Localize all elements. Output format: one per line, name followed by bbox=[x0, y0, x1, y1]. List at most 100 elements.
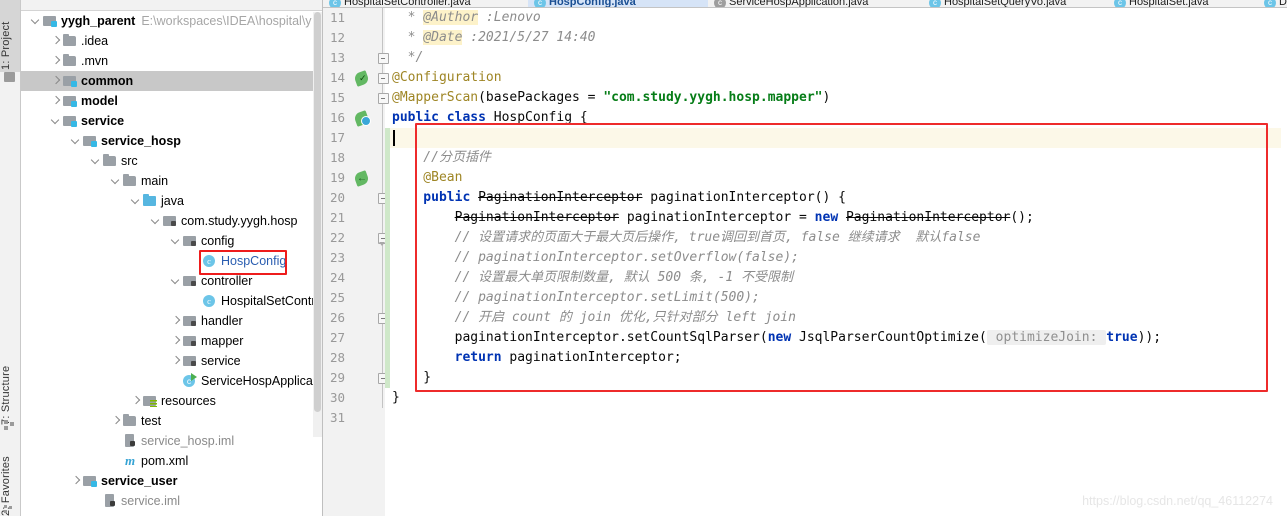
bean-blue-icon[interactable] bbox=[353, 110, 371, 127]
code-line[interactable]: @Bean bbox=[385, 168, 1287, 188]
spring-boot-class-icon: c bbox=[182, 371, 198, 391]
code-line[interactable]: // paginationInterceptor.setLimit(500); bbox=[385, 288, 1287, 308]
chevron-down-icon[interactable] bbox=[91, 151, 102, 171]
code-content[interactable]: * @Author :Lenovo * @Date :2021/5/27 14:… bbox=[385, 8, 1287, 516]
code-token: public class bbox=[392, 110, 494, 125]
editor-vertical-scrollbar[interactable] bbox=[1281, 8, 1287, 516]
tree-item-service-hosp-iml[interactable]: service_hosp.iml bbox=[21, 431, 322, 451]
code-line[interactable]: * @Author :Lenovo bbox=[385, 8, 1287, 28]
chevron-right-icon[interactable] bbox=[131, 391, 142, 411]
line-number: 11 bbox=[329, 10, 345, 25]
code-line[interactable]: // 设置最大单页限制数量, 默认 500 条, -1 不受限制 bbox=[385, 268, 1287, 288]
code-line[interactable]: */ bbox=[385, 48, 1287, 68]
tree-item-com-study-yygh-hosp[interactable]: com.study.yygh.hosp bbox=[21, 211, 322, 231]
code-line[interactable]: paginationInterceptor.setCountSqlParser(… bbox=[385, 328, 1287, 348]
code-token: ) bbox=[822, 90, 831, 105]
module-folder-icon bbox=[62, 111, 78, 131]
chevron-down-icon[interactable] bbox=[71, 131, 82, 151]
tree-item-java[interactable]: java bbox=[21, 191, 322, 211]
tree-item-service[interactable]: service bbox=[21, 351, 322, 371]
project-tool-window[interactable]: yygh_parent E:\workspaces\IDEA\hospital\y… bbox=[21, 0, 323, 516]
editor-tab-servicehospapplication[interactable]: c ServiceHospApplication.java bbox=[708, 0, 923, 7]
tree-item-common[interactable]: common bbox=[21, 71, 322, 91]
code-line[interactable] bbox=[385, 128, 1287, 148]
bean-leaf-check-icon[interactable]: ✓ bbox=[353, 70, 370, 87]
code-line[interactable]: @MapperScan(basePackages = "com.study.yy… bbox=[385, 88, 1287, 108]
tool-window-button-project[interactable]: 1: Project bbox=[0, 0, 20, 72]
line-number: 30 bbox=[329, 390, 345, 405]
tree-item-service[interactable]: service bbox=[21, 111, 322, 131]
editor-tab-hospconfig[interactable]: c HospConfig.java bbox=[528, 0, 708, 7]
code-line[interactable]: @Configuration bbox=[385, 68, 1287, 88]
code-line[interactable] bbox=[385, 408, 1287, 428]
chevron-right-icon[interactable] bbox=[51, 71, 62, 91]
tree-item-main[interactable]: main bbox=[21, 171, 322, 191]
code-line[interactable]: // paginationInterceptor.setOverflow(fal… bbox=[385, 248, 1287, 268]
code-line[interactable]: public PaginationInterceptor paginationI… bbox=[385, 188, 1287, 208]
chevron-right-icon[interactable] bbox=[171, 311, 182, 331]
code-line[interactable]: public class HospConfig { bbox=[385, 108, 1287, 128]
tree-item-service-user[interactable]: service_user bbox=[21, 471, 322, 491]
tree-item-pom-xml[interactable]: m pom.xml bbox=[21, 451, 322, 471]
editor-tab-hospitalset[interactable]: c HospitalSet.java bbox=[1108, 0, 1258, 7]
chevron-down-icon[interactable] bbox=[151, 211, 162, 231]
chevron-down-icon[interactable] bbox=[171, 231, 182, 251]
chevron-right-icon[interactable] bbox=[171, 351, 182, 371]
tree-item-test[interactable]: test bbox=[21, 411, 322, 431]
editor-tab-hospitalsetqueryvo[interactable]: c HospitalSetQueryVo.java bbox=[923, 0, 1108, 7]
chevron-down-icon[interactable] bbox=[51, 111, 62, 131]
module-folder-icon bbox=[82, 131, 98, 151]
tree-item-mvn[interactable]: .mvn bbox=[21, 51, 322, 71]
editor-tab-hospitalsetcontroller[interactable]: c HospitalSetController.java bbox=[323, 0, 528, 7]
tree-item-handler[interactable]: handler bbox=[21, 311, 322, 331]
code-area[interactable]: 11 12 13 14 ✓ 15 16 17 18 19 ← 20 21 22 23 24 25 26 27 28 29… bbox=[323, 8, 1287, 516]
chevron-right-icon[interactable] bbox=[171, 331, 182, 351]
editor-area[interactable]: c HospitalSetController.java c HospConfig.j… bbox=[323, 0, 1287, 516]
tree-item-hospconfig[interactable]: c HospConfig bbox=[21, 251, 322, 271]
code-line[interactable]: * @Date :2021/5/27 14:40 bbox=[385, 28, 1287, 48]
code-token: @Configuration bbox=[392, 70, 502, 85]
code-line[interactable]: //分页插件 bbox=[385, 148, 1287, 168]
code-line[interactable]: return paginationInterceptor; bbox=[385, 348, 1287, 368]
code-line[interactable]: } bbox=[385, 388, 1287, 408]
tree-item-servicehospapplicat[interactable]: c ServiceHospApplicat bbox=[21, 371, 322, 391]
code-line[interactable]: } bbox=[385, 368, 1287, 388]
editor-gutter[interactable]: 11 12 13 14 ✓ 15 16 17 18 19 ← 20 21 22 23 24 25 26 27 28 29… bbox=[323, 8, 389, 516]
bean-arrow-icon[interactable]: ← bbox=[353, 170, 370, 187]
chevron-down-icon[interactable] bbox=[131, 191, 142, 211]
tree-item-src[interactable]: src bbox=[21, 151, 322, 171]
code-line[interactable]: // 设置请求的页面大于最大页后操作, true调回到首页, false 继续请… bbox=[385, 228, 1287, 248]
chevron-right-icon[interactable] bbox=[51, 31, 62, 51]
tree-item-yygh-parent[interactable]: yygh_parent E:\workspaces\IDEA\hospital\y bbox=[21, 11, 322, 31]
chevron-right-icon[interactable] bbox=[51, 91, 62, 111]
editor-tab-datasou[interactable]: cDataSou bbox=[1258, 0, 1287, 7]
code-token: @Author bbox=[423, 10, 479, 25]
line-number: 29 bbox=[329, 370, 345, 385]
tree-item-hospitalsetcontr[interactable]: c HospitalSetContr bbox=[21, 291, 322, 311]
tree-item-idea[interactable]: .idea bbox=[21, 31, 322, 51]
tree-item-mapper[interactable]: mapper bbox=[21, 331, 322, 351]
chevron-down-icon[interactable] bbox=[111, 171, 122, 191]
tool-window-button-structure[interactable]: 7: Structure bbox=[0, 330, 20, 425]
chevron-right-icon[interactable] bbox=[71, 471, 82, 491]
chevron-down-icon[interactable] bbox=[171, 271, 182, 291]
project-tree[interactable]: yygh_parent E:\workspaces\IDEA\hospital\y… bbox=[21, 11, 322, 516]
editor-tab-bar[interactable]: c HospitalSetController.java c HospConfig.j… bbox=[323, 0, 1287, 8]
chevron-right-icon[interactable] bbox=[51, 51, 62, 71]
tree-item-resources[interactable]: resources bbox=[21, 391, 322, 411]
code-line[interactable]: PaginationInterceptor paginationIntercep… bbox=[385, 208, 1287, 228]
code-line[interactable]: // 开启 count 的 join 优化,只针对部分 left join bbox=[385, 308, 1287, 328]
chevron-right-icon[interactable] bbox=[111, 411, 122, 431]
tree-item-model[interactable]: model bbox=[21, 91, 322, 111]
fold-column[interactable] bbox=[378, 8, 389, 516]
tree-item-config[interactable]: config bbox=[21, 231, 322, 251]
tree-item-service-hosp[interactable]: service_hosp bbox=[21, 131, 322, 151]
tree-item-service-iml[interactable]: service.iml bbox=[21, 491, 322, 511]
tree-item-controller[interactable]: controller bbox=[21, 271, 322, 291]
chevron-down-icon[interactable] bbox=[31, 11, 42, 31]
project-tree-scrollbar[interactable] bbox=[313, 12, 322, 437]
